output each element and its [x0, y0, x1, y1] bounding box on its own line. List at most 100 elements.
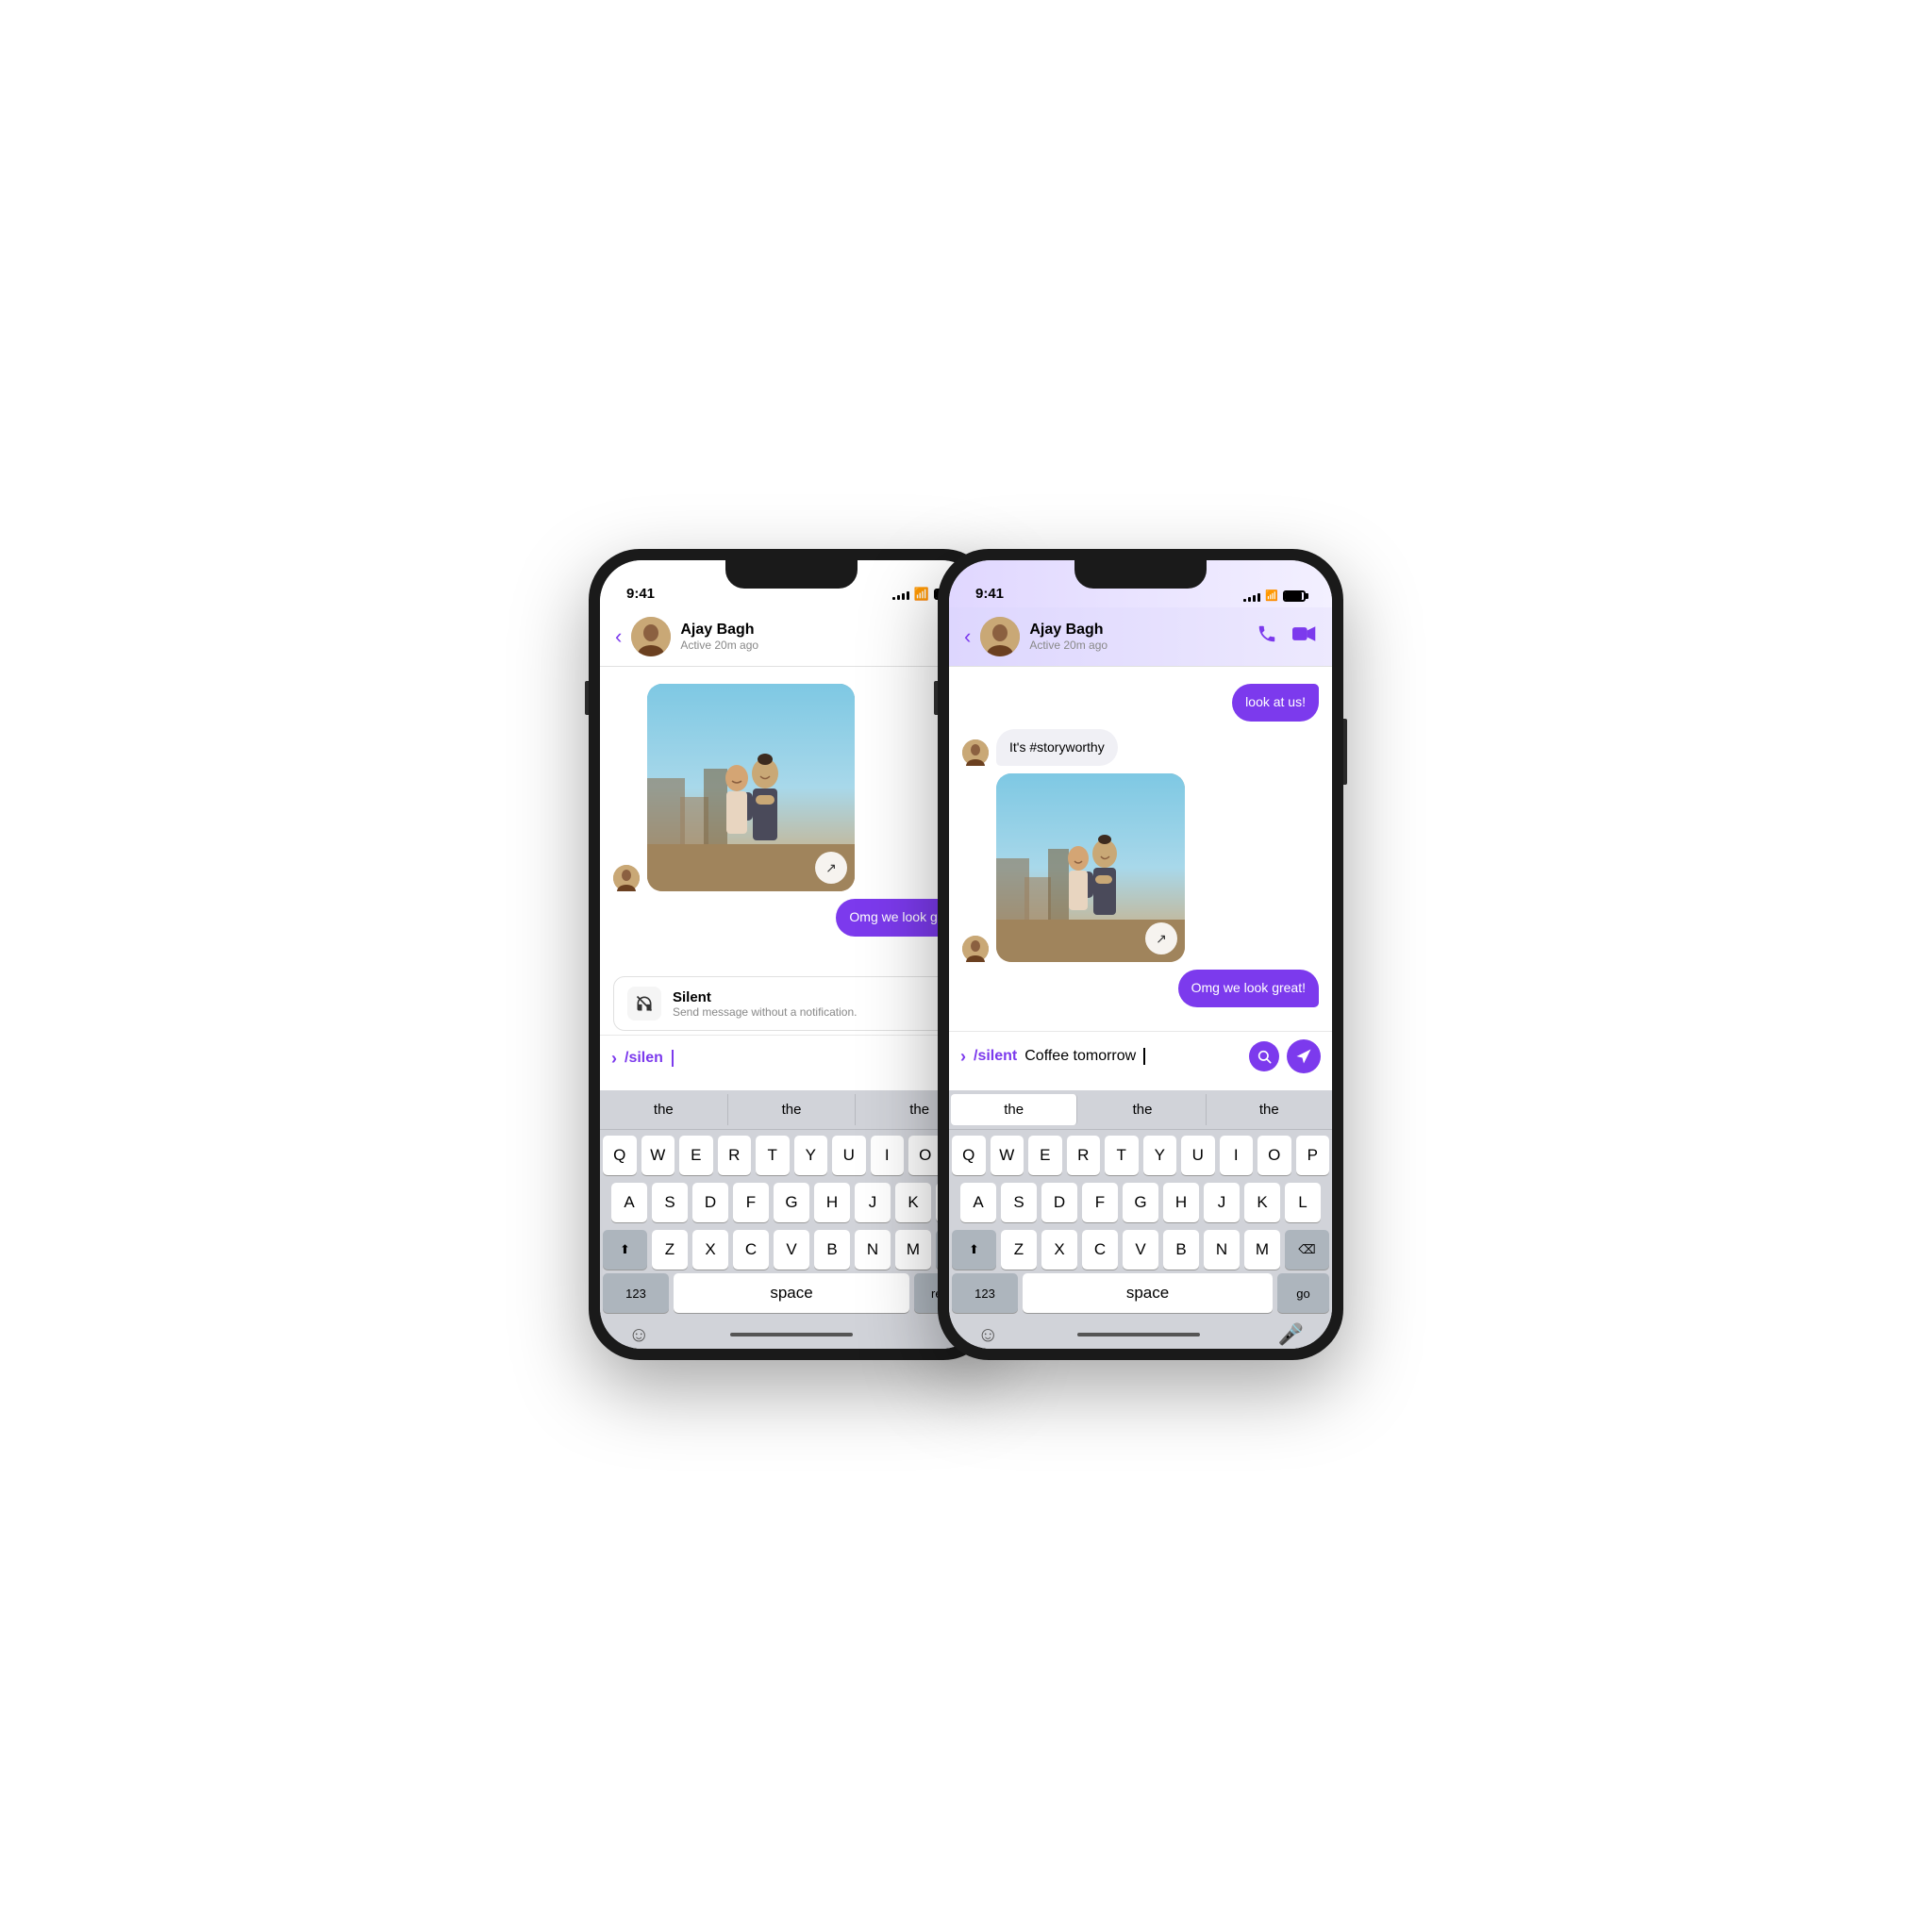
key-y-2[interactable]: Y	[1143, 1136, 1177, 1175]
key-i-1[interactable]: I	[871, 1136, 905, 1175]
phone-call-icon-2[interactable]	[1257, 623, 1277, 650]
key-j-1[interactable]: J	[855, 1183, 891, 1222]
status-time-2: 9:41	[975, 586, 1004, 602]
share-button-2[interactable]: ↗	[1145, 922, 1177, 954]
contact-status-2: Active 20m ago	[1029, 639, 1247, 652]
notch-1	[725, 560, 858, 589]
notch-2	[1074, 560, 1207, 589]
key-l-2[interactable]: L	[1285, 1183, 1321, 1222]
phone-1: 9:41 📶 ‹	[589, 549, 994, 1360]
key-row-2-3: ⬆ Z X C V B N M ⌫	[952, 1230, 1329, 1270]
key-x-1[interactable]: X	[692, 1230, 728, 1270]
share-button-1[interactable]: ↗	[815, 852, 847, 884]
photo-bubble-1: ↗	[647, 684, 855, 891]
video-call-icon-2[interactable]	[1292, 623, 1317, 650]
keyboard-bottom-2: 123 space go	[949, 1273, 1332, 1320]
key-d-1[interactable]: D	[692, 1183, 728, 1222]
key-q-2[interactable]: Q	[952, 1136, 986, 1175]
key-r-1[interactable]: R	[718, 1136, 752, 1175]
key-n-2[interactable]: N	[1204, 1230, 1240, 1270]
key-f-1[interactable]: F	[733, 1183, 769, 1222]
chat-header-1: ‹ Ajay Bagh Active 20m ago	[600, 607, 983, 667]
key-h-2[interactable]: H	[1163, 1183, 1199, 1222]
back-button-2[interactable]: ‹	[964, 624, 971, 649]
key-b-1[interactable]: B	[814, 1230, 850, 1270]
key-p-2[interactable]: P	[1296, 1136, 1330, 1175]
suggestion-1-1[interactable]: the	[600, 1094, 728, 1125]
suggestion-2-1[interactable]: the	[951, 1094, 1077, 1125]
key-a-1[interactable]: A	[611, 1183, 647, 1222]
suggestion-1-2[interactable]: the	[728, 1094, 857, 1125]
key-n-1[interactable]: N	[855, 1230, 891, 1270]
key-c-2[interactable]: C	[1082, 1230, 1118, 1270]
keyboard-bottom-1: 123 space return	[600, 1273, 983, 1320]
key-e-1[interactable]: E	[679, 1136, 713, 1175]
key-k-2[interactable]: K	[1244, 1183, 1280, 1222]
search-button-2[interactable]	[1249, 1041, 1279, 1071]
key-m-2[interactable]: M	[1244, 1230, 1280, 1270]
key-g-2[interactable]: G	[1123, 1183, 1158, 1222]
keyboard-rows-2: Q W E R T Y U I O P A S	[949, 1130, 1332, 1273]
key-t-1[interactable]: T	[756, 1136, 790, 1175]
key-k-1[interactable]: K	[895, 1183, 931, 1222]
status-icons-2: 📶	[1243, 589, 1306, 602]
key-o-2[interactable]: O	[1257, 1136, 1291, 1175]
contact-info-2: Ajay Bagh Active 20m ago	[1029, 622, 1247, 652]
key-t-2[interactable]: T	[1105, 1136, 1139, 1175]
key-a-2[interactable]: A	[960, 1183, 996, 1222]
keyboard-footer-1: ☺	[600, 1320, 983, 1349]
send-button-2[interactable]	[1287, 1039, 1321, 1073]
key-r-2[interactable]: R	[1067, 1136, 1101, 1175]
num-key-2[interactable]: 123	[952, 1273, 1018, 1313]
key-s-1[interactable]: S	[652, 1183, 688, 1222]
key-b-2[interactable]: B	[1163, 1230, 1199, 1270]
photo-message-row-1: ↗	[613, 684, 970, 891]
num-key-1[interactable]: 123	[603, 1273, 669, 1313]
emoji-icon-1[interactable]: ☺	[628, 1322, 649, 1347]
suggestion-2-3[interactable]: the	[1207, 1094, 1332, 1125]
key-u-2[interactable]: U	[1181, 1136, 1215, 1175]
key-i-2[interactable]: I	[1220, 1136, 1254, 1175]
key-w-2[interactable]: W	[991, 1136, 1024, 1175]
cursor-2	[1143, 1048, 1145, 1065]
key-w-1[interactable]: W	[641, 1136, 675, 1175]
mic-icon-2[interactable]: 🎤	[1278, 1322, 1304, 1347]
key-q-1[interactable]: Q	[603, 1136, 637, 1175]
key-e-2[interactable]: E	[1028, 1136, 1062, 1175]
photo-bubble-2: ↗	[996, 773, 1185, 962]
contact-name-1: Ajay Bagh	[680, 622, 938, 639]
key-v-1[interactable]: V	[774, 1230, 809, 1270]
back-button-1[interactable]: ‹	[615, 624, 622, 649]
key-row-2-2: A S D F G H J K L	[952, 1183, 1329, 1222]
key-z-2[interactable]: Z	[1001, 1230, 1037, 1270]
silent-text-wrap-1: Silent Send message without a notificati…	[673, 989, 956, 1019]
key-u-1[interactable]: U	[832, 1136, 866, 1175]
input-bar-1: › /silen	[600, 1035, 983, 1081]
key-f-2[interactable]: F	[1082, 1183, 1118, 1222]
key-m-1[interactable]: M	[895, 1230, 931, 1270]
go-key-2[interactable]: go	[1277, 1273, 1329, 1313]
suggestion-2-2[interactable]: the	[1079, 1094, 1206, 1125]
key-x-2[interactable]: X	[1041, 1230, 1077, 1270]
backspace-key-2[interactable]: ⌫	[1285, 1230, 1329, 1270]
emoji-icon-2[interactable]: ☺	[977, 1322, 998, 1347]
key-z-1[interactable]: Z	[652, 1230, 688, 1270]
shift-key-1[interactable]: ⬆	[603, 1230, 647, 1270]
battery-icon-2	[1283, 590, 1306, 602]
key-j-2[interactable]: J	[1204, 1183, 1240, 1222]
silent-suggestion-1[interactable]: Silent Send message without a notificati…	[613, 976, 970, 1031]
key-h-1[interactable]: H	[814, 1183, 850, 1222]
shift-key-2[interactable]: ⬆	[952, 1230, 996, 1270]
key-d-2[interactable]: D	[1041, 1183, 1077, 1222]
key-c-1[interactable]: C	[733, 1230, 769, 1270]
key-row-1-2: A S D F G H J K L	[603, 1183, 980, 1222]
status-time-1: 9:41	[626, 586, 655, 602]
key-v-2[interactable]: V	[1123, 1230, 1158, 1270]
cursor-1	[672, 1050, 674, 1067]
key-g-1[interactable]: G	[774, 1183, 809, 1222]
space-key-2[interactable]: space	[1023, 1273, 1273, 1313]
key-y-1[interactable]: Y	[794, 1136, 828, 1175]
key-s-2[interactable]: S	[1001, 1183, 1037, 1222]
space-key-1[interactable]: space	[674, 1273, 909, 1313]
slash-cmd-1: /silen	[625, 1050, 663, 1067]
